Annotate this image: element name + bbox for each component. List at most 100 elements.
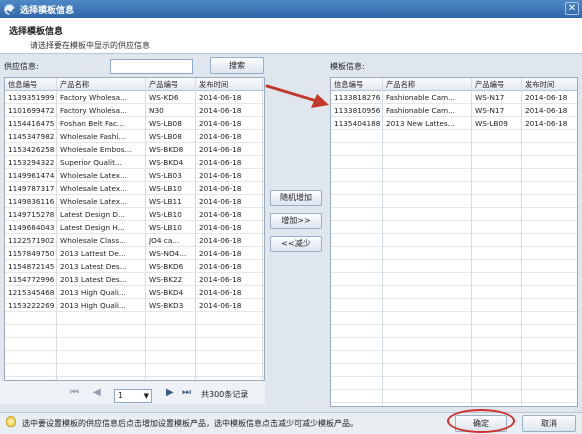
footer-hint: 选中要设置模板的供应信息后点击增加设置模板产品，选中模板信息点击减少可减少模板产… (22, 419, 358, 428)
supply-row[interactable]: 1101699472 Factory Wholesa... N30 2014-06-1… (5, 104, 264, 117)
supply-cell: 2013 Lattest De... (57, 247, 146, 260)
supply-row[interactable]: 1145347982 Wholesale Fashi... WS-LB08 2014-… (5, 130, 264, 143)
supply-row[interactable]: 1153222269 2013 High Quali... WS-BKD3 2014-… (5, 299, 264, 312)
template-cell (383, 143, 472, 156)
supply-row[interactable]: 1154872145 2013 Latest Des... WS-BKD6 2014-… (5, 260, 264, 273)
template-row[interactable] (331, 143, 577, 156)
app-logo-icon (4, 3, 15, 15)
supply-cell: 2014-06-18 (196, 117, 263, 130)
template-row[interactable] (331, 299, 577, 312)
supply-row[interactable]: 1153294322 Superior Qualit... WS-BKD4 2014-… (5, 156, 264, 169)
template-row[interactable] (331, 273, 577, 286)
template-row[interactable] (331, 182, 577, 195)
template-row[interactable]: 1133810956 Fashionable Cam... WS-N17 2014-0… (331, 104, 577, 117)
template-row[interactable] (331, 130, 577, 143)
supply-column-header: 信息编号 (5, 78, 57, 91)
supply-row[interactable] (5, 351, 264, 364)
supply-cell (263, 299, 264, 312)
template-cell (383, 130, 472, 143)
template-cell (472, 351, 522, 364)
template-row[interactable] (331, 325, 577, 338)
template-row[interactable] (331, 221, 577, 234)
supply-cell (196, 325, 263, 338)
supply-row[interactable] (5, 338, 264, 351)
template-row[interactable] (331, 377, 577, 390)
template-cell (383, 169, 472, 182)
supply-cell (263, 260, 264, 273)
template-row[interactable] (331, 364, 577, 377)
prev-page-icon[interactable]: ◀ (93, 387, 101, 398)
template-row[interactable]: 1133818276 Fashionable Cam... WS-N17 2014-0… (331, 91, 577, 104)
template-cell: 1133810956 (331, 104, 383, 117)
first-page-icon[interactable]: ⏮ (70, 387, 79, 398)
page-number-select[interactable]: 1 ▼ (114, 389, 152, 403)
supply-row[interactable]: 1149961474 Wholesale Latex... WS-LB03 2014-… (5, 169, 264, 182)
supply-row[interactable] (5, 364, 264, 377)
header-title: 选择模板信息 (9, 27, 64, 37)
supply-row[interactable] (5, 312, 264, 325)
template-row[interactable]: 1135404188 2013 New Lattes... WS-LB09 2014-… (331, 117, 577, 130)
template-row[interactable] (331, 247, 577, 260)
supply-cell: 2014-06-18 (196, 104, 263, 117)
supply-row[interactable]: 1139351999 Factory Wholesa... WS-KD6 2014-0… (5, 91, 264, 104)
template-row[interactable] (331, 195, 577, 208)
template-row[interactable] (331, 351, 577, 364)
supply-row[interactable]: 1157849750 2013 Lattest De... WS-NO4... 201… (5, 247, 264, 260)
supply-row[interactable]: 1149787317 Wholesale Latex... WS-LB10 2014-… (5, 182, 264, 195)
supply-row[interactable]: 1215345468 2013 High Quali... WS-BKD4 2014-… (5, 286, 264, 299)
template-row[interactable] (331, 208, 577, 221)
next-page-icon[interactable]: ▶ (166, 387, 174, 398)
supply-cell: 1149715278 (5, 208, 57, 221)
template-cell (472, 390, 522, 403)
search-input[interactable] (110, 59, 193, 74)
supply-cell (263, 234, 264, 247)
supply-cell (196, 338, 263, 351)
supply-column-header: 产品名称 (57, 78, 146, 91)
template-cell: 2013 New Lattes... (383, 117, 472, 130)
supply-cell: 2014-06-18 (196, 143, 263, 156)
random-add-button[interactable]: 随机增加 (270, 190, 322, 206)
template-cell (472, 299, 522, 312)
template-row[interactable] (331, 260, 577, 273)
template-row[interactable] (331, 156, 577, 169)
supply-row[interactable]: 1122571902 Wholesale Class... JO4 ca... 201… (5, 234, 264, 247)
record-count: 共300条记录 (201, 390, 249, 399)
template-row[interactable] (331, 338, 577, 351)
supply-cell (57, 338, 146, 351)
supply-row[interactable]: 1149684043 Latest Design H... WS-LB10 2014-… (5, 221, 264, 234)
template-cell (331, 377, 383, 390)
supply-cell: 1145347982 (5, 130, 57, 143)
template-row[interactable] (331, 390, 577, 403)
supply-cell (146, 364, 196, 377)
template-cell (522, 143, 577, 156)
remove-button[interactable]: <<减少 (270, 236, 322, 252)
supply-cell (5, 364, 57, 377)
template-row[interactable] (331, 286, 577, 299)
close-button[interactable]: ✕ (565, 2, 579, 15)
supply-cell: 1215345468 (5, 286, 57, 299)
template-row[interactable] (331, 403, 577, 406)
search-button[interactable]: 搜索 (210, 57, 264, 74)
supply-cell: 2013 High Quali... (57, 299, 146, 312)
supply-row[interactable]: 1154416475 Foshan Belt Fac... WS-LB08 2014-… (5, 117, 264, 130)
cancel-button[interactable]: 取消 (522, 415, 576, 432)
supply-cell: Wholesale Latex... (57, 182, 146, 195)
supply-row[interactable]: 1154772996 2013 Latest Des... WS-BK22 2014-… (5, 273, 264, 286)
supply-row[interactable] (5, 325, 264, 338)
last-page-icon[interactable]: ⏭ (182, 387, 191, 398)
supply-row[interactable]: 1153426258 Wholesale Embos... WS-BKD8 2014-… (5, 143, 264, 156)
supply-row[interactable]: 1149715278 Latest Design D... WS-LB10 2014-… (5, 208, 264, 221)
template-cell (331, 325, 383, 338)
template-cell (522, 234, 577, 247)
supply-cell: WS-LB10 (146, 221, 196, 234)
supply-table: 信息编号 产品名称 产品编号 发布时间 1139351999 Factory Wholes… (4, 77, 265, 381)
template-row[interactable] (331, 169, 577, 182)
template-row[interactable] (331, 312, 577, 325)
template-cell: WS-N17 (472, 104, 522, 117)
supply-row[interactable]: 1149836116 Wholesale Latex... WS-LB11 2014-… (5, 195, 264, 208)
template-row[interactable] (331, 234, 577, 247)
supply-cell: 2014-06-18 (196, 299, 263, 312)
add-button[interactable]: 增加>> (270, 213, 322, 229)
template-cell (522, 221, 577, 234)
supply-cell (57, 364, 146, 377)
